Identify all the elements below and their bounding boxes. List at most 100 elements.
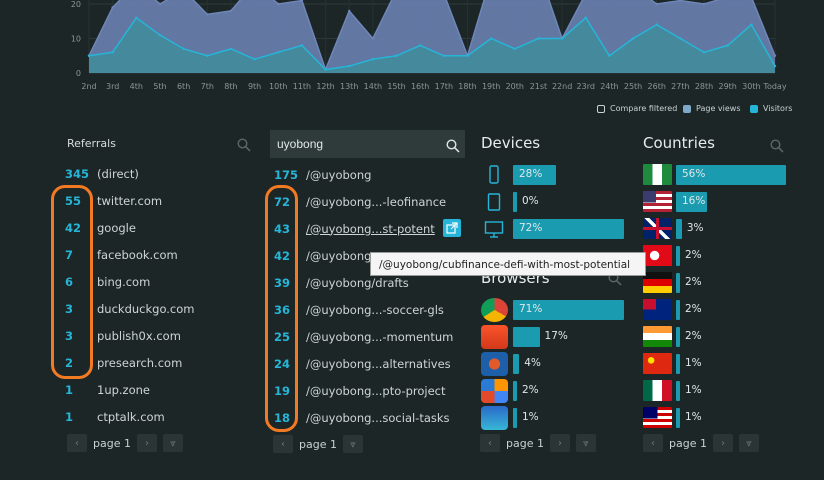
data-point xyxy=(277,2,280,6)
list-item[interactable]: 1 1up.zone xyxy=(65,376,150,403)
search-icon[interactable] xyxy=(237,137,251,152)
row-label[interactable]: duckduckgo.com xyxy=(97,302,195,316)
x-tick-label: 5th xyxy=(153,82,166,91)
data-point xyxy=(631,37,635,40)
expand-icon[interactable]: ⩔ xyxy=(738,434,759,452)
row-label[interactable]: publish0x.com xyxy=(97,329,181,343)
expand-icon[interactable]: ⩔ xyxy=(162,434,183,452)
checkbox-icon[interactable] xyxy=(597,104,605,113)
data-point xyxy=(702,51,706,54)
checkbox-checked-icon[interactable] xyxy=(683,104,691,113)
australia-flag-icon xyxy=(643,299,672,320)
row-label[interactable]: /@uyobong...st-potent xyxy=(306,222,435,236)
data-point xyxy=(655,2,658,6)
next-page-button[interactable]: › xyxy=(712,434,733,452)
data-point xyxy=(702,2,706,6)
list-item[interactable]: 72/@uyobong...-leofinance xyxy=(274,188,446,215)
prev-page-button[interactable]: ‹ xyxy=(643,434,663,452)
percentage-label: 72% xyxy=(519,222,543,234)
row-label[interactable]: 1up.zone xyxy=(97,383,150,397)
data-point xyxy=(229,47,233,51)
data-point xyxy=(537,37,540,40)
list-item[interactable]: 43/@uyobong...st-potent xyxy=(274,215,435,242)
row-label[interactable]: facebook.com xyxy=(97,248,178,262)
list-item[interactable]: 18/@uyobong...social-tasks xyxy=(274,404,450,431)
external-link-icon[interactable] xyxy=(443,219,461,237)
row-label[interactable]: ctptalk.com xyxy=(97,410,165,424)
prev-page-button[interactable]: ‹ xyxy=(67,434,87,452)
data-point xyxy=(679,37,682,40)
percentage-label: 28% xyxy=(519,168,543,180)
x-tick-label: 24th xyxy=(600,82,618,91)
x-tick-label: 23rd xyxy=(577,82,595,91)
row-label[interactable]: /@uyobong...social-tasks xyxy=(306,411,450,425)
percentage-label: 16% xyxy=(682,195,706,207)
tablet-icon xyxy=(487,192,501,216)
percentage-label: 3% xyxy=(686,222,704,234)
row-label[interactable]: /@uyobong xyxy=(306,249,371,263)
row-label[interactable]: presearch.com xyxy=(97,356,182,370)
expand-icon[interactable]: ⩔ xyxy=(342,435,363,453)
data-point xyxy=(560,37,564,40)
list-item[interactable]: 36/@uyobong...-soccer-gls xyxy=(274,296,444,323)
page-label: page 1 xyxy=(299,437,337,451)
row-label[interactable]: /@uyobong...alternatives xyxy=(306,357,451,371)
x-tick-label: 28th xyxy=(695,82,713,91)
x-tick-label: 14th xyxy=(364,82,382,91)
row-label[interactable]: google xyxy=(97,221,136,235)
percentage-bar xyxy=(676,300,680,320)
row-label[interactable]: /@uyobong...-momentum xyxy=(306,330,453,344)
firefox-icon xyxy=(481,379,508,403)
checkbox-checked-icon[interactable] xyxy=(750,104,758,113)
percentage-label: 2% xyxy=(685,249,702,261)
percentage-bar xyxy=(513,408,517,428)
data-point xyxy=(655,23,658,26)
chrome-icon xyxy=(481,298,508,322)
search-icon[interactable] xyxy=(446,138,460,153)
list-item[interactable]: 345 (direct) xyxy=(65,160,139,187)
percentage-bar xyxy=(676,273,680,293)
row-label[interactable]: /@uyobong...-soccer-gls xyxy=(306,303,444,317)
list-item[interactable]: 24/@uyobong...alternatives xyxy=(274,350,451,377)
row-label[interactable]: twitter.com xyxy=(97,194,162,208)
legend-page-views[interactable]: Page views xyxy=(683,104,741,113)
list-item[interactable]: 25/@uyobong...-momentum xyxy=(274,323,453,350)
countries-title: Countries xyxy=(643,134,715,152)
row-count: 345 xyxy=(65,166,90,181)
legend-visitors[interactable]: Visitors xyxy=(750,104,792,113)
list-item[interactable]: 19/@uyobong...pto-project xyxy=(274,377,446,404)
browser-m-icon xyxy=(481,352,508,376)
search-icon[interactable] xyxy=(770,138,784,153)
row-label[interactable]: bing.com xyxy=(97,275,150,289)
data-point xyxy=(418,44,422,47)
percentage-bar xyxy=(513,354,520,374)
row-label[interactable]: /@uyobong xyxy=(306,168,371,182)
list-item[interactable]: 175 /@uyobong xyxy=(274,161,371,188)
legend-compare-filtered[interactable]: Compare filtered xyxy=(597,104,677,113)
data-point xyxy=(182,47,185,51)
data-point xyxy=(348,9,351,13)
list-item[interactable]: 1 ctptalk.com xyxy=(65,403,165,430)
brave-icon xyxy=(481,325,508,349)
x-tick-label: 11th xyxy=(293,82,311,91)
expand-icon[interactable]: ⩔ xyxy=(575,434,596,452)
next-page-button[interactable]: › xyxy=(136,434,157,452)
data-point xyxy=(300,44,304,47)
row-label[interactable]: /@uyobong...-leofinance xyxy=(306,195,446,209)
x-tick-label: 26th xyxy=(648,82,666,91)
row-label[interactable]: /@uyobong/drafts xyxy=(306,276,409,290)
percentage-label: 1% xyxy=(685,411,702,423)
row-label[interactable]: (direct) xyxy=(97,167,139,181)
data-point xyxy=(608,54,611,57)
china-flag-icon xyxy=(643,353,672,374)
row-label[interactable]: /@uyobong...pto-project xyxy=(306,384,446,398)
data-point xyxy=(277,51,280,54)
next-page-button[interactable]: › xyxy=(549,434,570,452)
prev-page-button[interactable]: ‹ xyxy=(273,435,293,453)
page-tooltip: /@uyobong/cubfinance-defi-with-most-pote… xyxy=(370,252,646,276)
data-point xyxy=(111,51,114,54)
prev-page-button[interactable]: ‹ xyxy=(480,434,500,452)
data-point xyxy=(324,68,327,71)
pages-search-input[interactable] xyxy=(270,130,465,158)
y-tick-label: 10 xyxy=(71,35,81,44)
